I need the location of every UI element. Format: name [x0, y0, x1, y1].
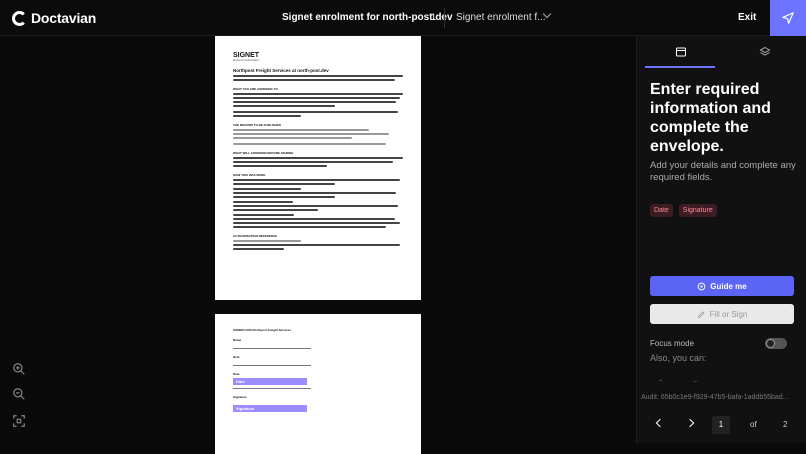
text-line [233, 209, 318, 211]
date-line [233, 388, 311, 389]
logo-icon [12, 10, 27, 26]
role-line [233, 365, 311, 366]
text-line [233, 137, 352, 139]
guide-me-label: Guide me [710, 281, 747, 291]
page-heading: SIGNET [233, 52, 260, 59]
fit-screen-icon[interactable] [12, 414, 26, 428]
fill-or-sign-button[interactable]: Fill or Sign [650, 304, 794, 324]
section-heading: THE RECORD TO BE PUBLISHED [233, 123, 281, 127]
text-line [233, 192, 397, 194]
document-count: 1 [431, 12, 437, 22]
exit-button[interactable]: Exit [738, 12, 756, 23]
section-heading: WHAT WILL CONSIDER BEFORE SIGNING [233, 151, 294, 155]
date-field[interactable]: Date [233, 378, 307, 385]
document-page-2: SIGNED FOR Northpost Freight Services Na… [215, 314, 421, 454]
date-label: Date [233, 372, 240, 376]
page-title: Northpost Freight Services at north-post… [233, 68, 329, 73]
text-line [233, 133, 390, 135]
document-tab-icon[interactable] [675, 46, 687, 58]
text-line [233, 93, 403, 95]
logo[interactable]: Doctavian [12, 10, 96, 26]
guide-me-button[interactable]: Guide me [650, 276, 794, 296]
text-line [233, 97, 400, 99]
text-line [233, 129, 369, 131]
text-line [233, 157, 403, 159]
text-line [233, 196, 335, 198]
zoom-in-icon[interactable] [12, 362, 26, 376]
page-subheading: Enrolment authorisation [233, 59, 260, 62]
text-line [233, 188, 301, 190]
layers-tab-icon[interactable] [759, 46, 771, 58]
audit-id: Audit: 65b0c1e9-f929-47b5-bafa-1addb55ba… [641, 394, 789, 401]
sidebar-tabs [637, 36, 806, 70]
text-line [233, 165, 327, 167]
text-line [233, 79, 395, 81]
page-of-label: of [750, 420, 757, 429]
text-line [233, 75, 403, 77]
more-options[interactable]: – → [659, 378, 712, 384]
text-line [233, 161, 393, 163]
badge-date[interactable]: Date [650, 204, 673, 217]
required-fields: Date Signature [650, 204, 717, 217]
text-line [233, 248, 284, 250]
brand-name: Doctavian [31, 10, 97, 26]
panel-title: Enter required information and complete … [650, 81, 771, 155]
page-navigator: 1 of 2 [637, 416, 806, 436]
signer-heading: SIGNED FOR Northpost Freight Services [233, 328, 292, 332]
name-label: Name [233, 338, 242, 342]
focus-mode-toggle[interactable] [765, 338, 787, 349]
panel-subtitle: Add your details and complete any requir… [650, 160, 796, 183]
text-line [233, 101, 397, 103]
badge-signature[interactable]: Signature [678, 204, 717, 217]
text-line [233, 105, 335, 107]
signing-sidebar: Enter required information and complete … [636, 36, 806, 443]
chevron-left-icon[interactable] [655, 418, 665, 428]
text-line [233, 218, 395, 220]
top-bar: Doctavian Signet enrolment for north-pos… [0, 0, 806, 36]
text-line [233, 111, 398, 113]
send-icon [782, 12, 794, 24]
total-pages: 2 [783, 420, 788, 429]
fill-or-sign-label: Fill or Sign [709, 309, 748, 319]
role-label: Role [233, 355, 240, 359]
text-line [233, 143, 386, 145]
section-heading: WHAT YOU ARE AGREEING TO [233, 87, 278, 91]
text-line [233, 179, 400, 181]
document-title: Signet enrolment for north-post.dev [282, 12, 453, 23]
text-line [233, 244, 400, 246]
chevron-right-icon[interactable] [685, 418, 695, 428]
signature-label: Signature [233, 395, 247, 399]
text-line [233, 115, 301, 117]
text-line [233, 226, 386, 228]
name-line [233, 348, 311, 349]
signature-field[interactable]: Signature [233, 405, 307, 412]
text-line [233, 214, 295, 216]
document-select[interactable]: Signet enrolment f... [456, 12, 546, 23]
section-heading: HOW THIS WAS MADE [233, 173, 266, 177]
sign-icon [697, 310, 705, 318]
focus-mode-label: Focus mode [650, 339, 695, 348]
toggle-knob [766, 339, 775, 348]
also-you-can-label: Also, you can: [650, 353, 707, 363]
send-button[interactable] [770, 0, 806, 36]
document-page-1: SIGNET Enrolment authorisation Northpost… [215, 36, 421, 300]
text-line [233, 205, 398, 207]
header-divider [444, 8, 445, 28]
section-heading: AUTHORISATION REFERENCE [233, 234, 278, 238]
document-canvas: SIGNET Enrolment authorisation Northpost… [0, 36, 636, 454]
text-line [233, 222, 400, 224]
text-line [233, 201, 293, 203]
active-tab-indicator [645, 66, 715, 68]
guide-icon [697, 282, 706, 290]
text-line [233, 183, 335, 185]
zoom-out-icon[interactable] [12, 387, 26, 401]
text-line [233, 240, 301, 242]
current-page[interactable]: 1 [712, 416, 730, 434]
